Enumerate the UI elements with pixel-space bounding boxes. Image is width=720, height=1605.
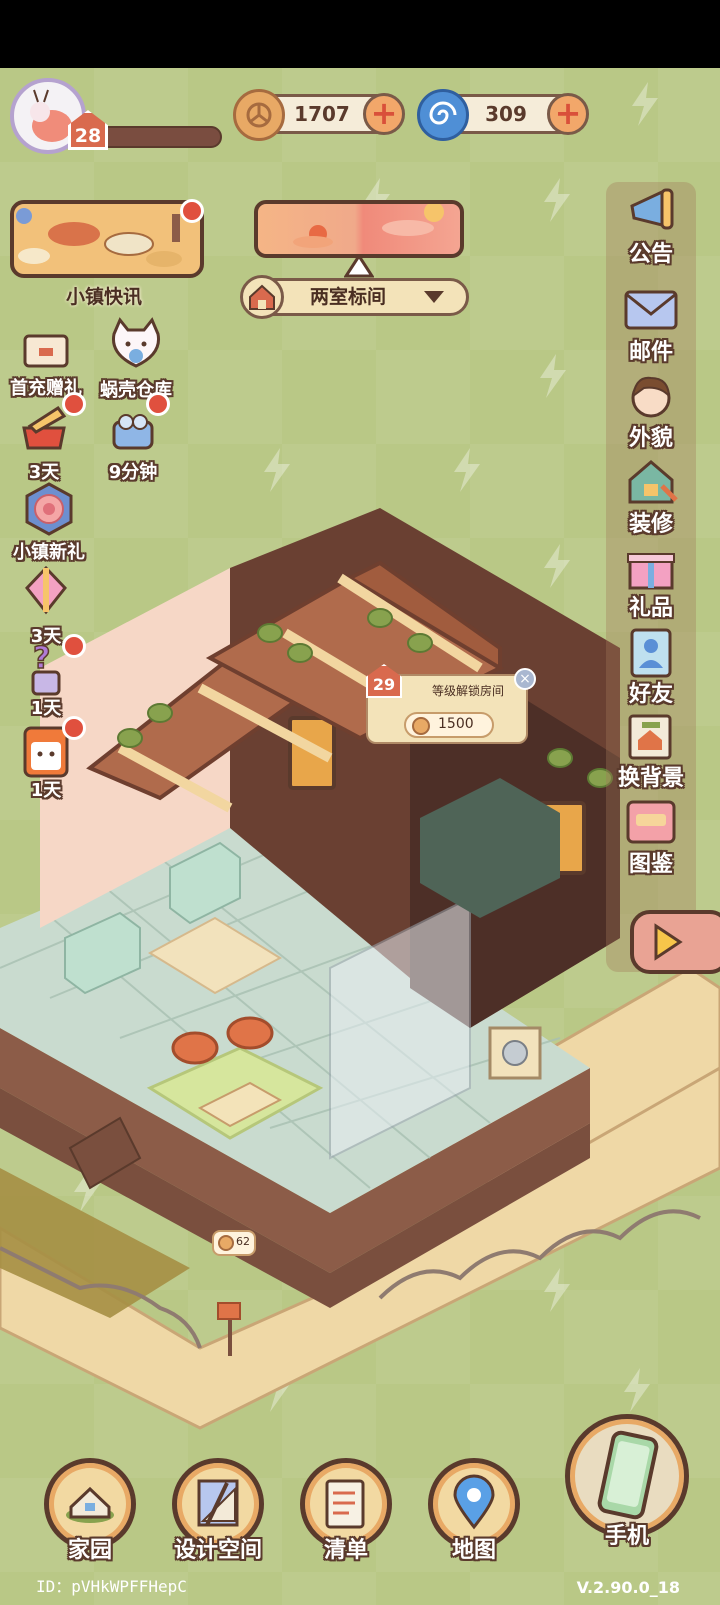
menu-album[interactable]: 图鉴 xyxy=(606,796,696,878)
menu-change-background[interactable]: 换背景 xyxy=(606,710,696,792)
town-news-label: 小镇快讯 xyxy=(66,286,143,308)
expand-play-button[interactable] xyxy=(630,910,720,974)
face-icon xyxy=(631,376,671,418)
mailbox-bubble[interactable]: 62 xyxy=(212,1230,256,1256)
notification-dot xyxy=(62,634,86,658)
cat-icon xyxy=(111,317,161,368)
pink-ribbon-gift-icon xyxy=(25,565,67,615)
coin-icon xyxy=(218,1235,234,1251)
room-name: 两室标间 xyxy=(310,286,387,308)
first-recharge-gift[interactable]: 首充赠礼 xyxy=(6,326,86,400)
bolt-icon xyxy=(632,82,658,126)
close-icon[interactable]: × xyxy=(514,668,536,690)
nav-phone[interactable]: 手机 xyxy=(562,1414,692,1550)
menu-renovate[interactable]: 装修 xyxy=(606,456,696,538)
menu-announcement[interactable]: 公告 xyxy=(606,186,696,268)
flower-badge-icon xyxy=(25,482,73,536)
weather-time-indicator[interactable] xyxy=(254,200,464,258)
shell-value: 309 xyxy=(485,102,527,126)
player-id: ID：pVHkWPFFHepC xyxy=(36,1577,187,1596)
coin-value: 1707 xyxy=(294,102,350,126)
add-shell-button[interactable]: + xyxy=(547,93,589,135)
nav-map[interactable]: 地图 xyxy=(424,1458,524,1564)
play-arrow-icon xyxy=(654,923,683,961)
menu-friends[interactable]: 好友 xyxy=(606,626,696,708)
mailbox-count: 62 xyxy=(236,1235,250,1248)
version-label: V.2.90.0_18 xyxy=(576,1578,680,1597)
pointer-triangle-icon xyxy=(344,254,374,278)
notification-dot xyxy=(62,716,86,740)
shell-counter: 309 + xyxy=(417,89,589,141)
notification-dot xyxy=(180,199,204,223)
phone-icon xyxy=(597,1430,659,1520)
friends-icon xyxy=(630,628,672,678)
shell-warehouse[interactable]: 蜗壳仓库 xyxy=(94,314,178,402)
shell-pile-icon xyxy=(112,414,154,450)
coin-icon xyxy=(412,717,430,735)
bolt-icon xyxy=(540,354,566,398)
coin-icon xyxy=(233,89,285,141)
mail-icon xyxy=(624,290,678,330)
xp-bar xyxy=(96,126,222,148)
album-icon xyxy=(626,800,676,844)
notification-dot xyxy=(62,392,86,416)
menu-gifts[interactable]: 礼品 xyxy=(606,540,696,622)
shell-timer-reward[interactable]: 9分钟 xyxy=(100,408,166,484)
food-feast-icon xyxy=(16,208,182,267)
renovate-icon xyxy=(628,460,678,504)
background-icon xyxy=(628,714,672,760)
nav-home[interactable]: 家园 xyxy=(40,1458,140,1564)
letter-icon xyxy=(23,334,69,368)
megaphone-icon xyxy=(630,188,674,230)
snail-shell-icon xyxy=(417,89,469,141)
bolt-icon xyxy=(544,178,570,222)
house-icon xyxy=(240,275,284,319)
dropdown-arrow-icon xyxy=(424,291,444,303)
nav-checklist[interactable]: 清单 xyxy=(296,1458,396,1564)
menu-appearance[interactable]: 外貌 xyxy=(606,370,696,452)
game-screen: 28 1707 + 309 + 两室标间 小镇快讯 首充赠礼 蜗壳仓库 3天 9… xyxy=(0,68,720,1605)
town-news-banner[interactable] xyxy=(10,200,204,278)
gift-icon xyxy=(627,553,675,590)
menu-mail[interactable]: 邮件 xyxy=(606,284,696,366)
coin-counter: 1707 + xyxy=(233,89,405,141)
town-new-gift[interactable]: 小镇新礼 xyxy=(4,480,94,564)
notification-dot xyxy=(146,392,170,416)
unlock-title: 等级解锁房间 xyxy=(432,684,505,698)
add-coin-button[interactable]: + xyxy=(363,93,405,135)
unlock-cost-button[interactable]: 1500 xyxy=(404,712,494,738)
locked-room-popup[interactable]: 29 等级解锁房间 × 1500 xyxy=(366,664,536,744)
room-selector[interactable]: 两室标间 xyxy=(240,275,469,319)
nav-design-space[interactable]: 设计空间 xyxy=(168,1458,268,1564)
